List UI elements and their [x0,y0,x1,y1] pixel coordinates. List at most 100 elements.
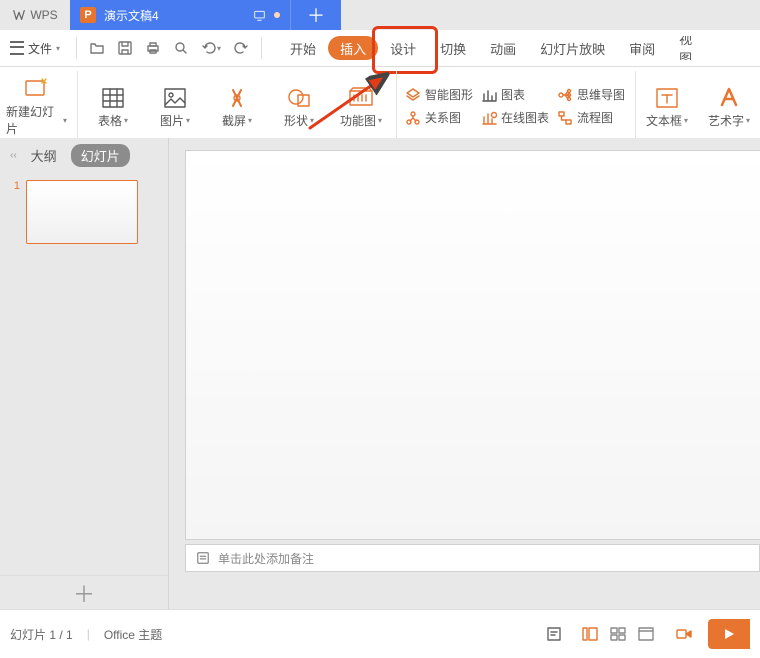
screenshot-icon [224,85,250,111]
ribbon-tabs: 开始 插入 设计 切换 动画 幻灯片放映 审阅 视图 [278,30,713,66]
screenshot-button[interactable]: 截屏▾ [206,71,268,141]
sorter-view-button[interactable] [604,620,632,648]
preview-icon [173,40,189,56]
new-slide-button[interactable]: 新建幻灯片▾ [0,71,78,141]
picture-label: 图片 [160,112,184,129]
tab-start[interactable]: 开始 [278,36,328,60]
tab-view[interactable]: 视图 [667,36,713,60]
collapse-panel-button[interactable]: ‹‹ [10,150,17,161]
mindmap-icon [557,87,573,103]
flowchart-button[interactable]: 流程图 [557,109,625,126]
slide-canvas[interactable] [185,150,760,540]
shape-label: 形状 [284,112,308,129]
chart-button[interactable]: 图表 [481,86,549,103]
flowchart-icon [557,110,573,126]
tab-animation[interactable]: 动画 [478,36,528,60]
smart-icon [405,87,421,103]
func-icon [348,85,374,111]
tab-transition[interactable]: 切换 [428,36,478,60]
mindmap-button[interactable]: 思维导图 [557,86,625,103]
save-icon [117,40,133,56]
relation-icon [405,110,421,126]
textbox-label: 文本框 [646,112,682,129]
file-menu[interactable]: 文件 ▾ [0,30,70,66]
undo-icon [201,40,217,56]
wordart-label: 艺术字 [708,112,744,129]
new-tab-button[interactable]: ＋ [290,0,341,30]
online-chart-button[interactable]: 在线图表 [481,109,549,126]
new-slide-label: 新建幻灯片 [6,103,61,137]
folder-open-icon [89,40,105,56]
textbox-icon [654,85,680,111]
notes-toggle-button[interactable] [546,626,562,642]
document-tab[interactable]: P 演示文稿4 [70,0,290,30]
undo-button[interactable]: ▾ [201,40,221,56]
document-title: 演示文稿4 [104,7,245,24]
thumbnails: 1 [0,172,168,575]
slide-counter: 幻灯片 1 / 1 [10,626,73,643]
app-name: WPS [30,8,57,22]
wps-logo-icon [12,8,26,22]
editor-area: 单击此处添加备注 [169,138,760,610]
slides-tab[interactable]: 幻灯片 [71,144,130,167]
record-button[interactable] [674,619,694,649]
app-button[interactable]: WPS [0,0,70,30]
monitor-icon[interactable] [253,9,266,22]
func-button[interactable]: 功能图▾ [330,71,397,141]
file-menu-label: 文件 [28,40,52,57]
picture-button[interactable]: 图片▾ [144,71,206,141]
func-label: 功能图 [340,112,376,129]
thumbnail-row[interactable]: 1 [10,180,158,244]
workspace: ‹‹ 大纲 幻灯片 1 ＋ 单击此处添加备注 [0,138,760,610]
quick-access-toolbar: ▾ [83,40,255,56]
tab-slideshow[interactable]: 幻灯片放映 [528,36,617,60]
new-slide-icon [23,76,49,102]
wordart-icon [716,85,742,111]
open-button[interactable] [89,40,105,56]
add-slide-button[interactable]: ＋ [0,575,168,610]
view-buttons [576,620,660,648]
plus-icon: ＋ [73,577,95,609]
table-button[interactable]: 表格▾ [82,71,144,141]
print-icon [145,40,161,56]
hamburger-icon [10,41,24,55]
notes-placeholder: 单击此处添加备注 [218,550,314,567]
smart-graphic-button[interactable]: 智能图形 [405,86,473,103]
titlebar: WPS P 演示文稿4 ＋ [0,0,760,30]
tab-insert[interactable]: 插入 [328,36,378,60]
chart-icon [481,87,497,103]
tab-review[interactable]: 审阅 [617,36,667,60]
picture-icon [162,85,188,111]
redo-button[interactable] [233,40,249,56]
preview-button[interactable] [173,40,189,56]
menubar: 文件 ▾ ▾ 开始 插入 设计 切换 动画 幻灯片放映 审阅 视图 [0,30,760,67]
statusbar: 幻灯片 1 / 1 | Office 主题 [0,609,760,658]
theme-name: Office 主题 [104,626,162,643]
shape-icon [286,85,312,111]
print-button[interactable] [145,40,161,56]
reading-view-button[interactable] [632,620,660,648]
presentation-icon: P [80,7,96,23]
separator [76,37,77,59]
slideshow-button[interactable] [708,619,750,649]
save-button[interactable] [117,40,133,56]
shape-button[interactable]: 形状▾ [268,71,330,141]
relation-button[interactable]: 关系图 [405,109,473,126]
textbox-button[interactable]: 文本框▾ [636,71,698,141]
ribbon: 新建幻灯片▾ 表格▾ 图片▾ 截屏▾ 形状▾ 功能图▾ 智能图形 关系图 图表 … [0,67,760,146]
chevron-down-icon: ▾ [56,44,60,53]
unsaved-dot-icon [274,12,280,18]
redo-icon [233,40,249,56]
online-chart-icon [481,110,497,126]
notes-icon [196,551,210,565]
wordart-button[interactable]: 艺术字▾ [698,71,760,141]
table-icon [100,85,126,111]
outline-tab[interactable]: 大纲 [31,146,57,165]
notes-pane[interactable]: 单击此处添加备注 [185,544,760,572]
slide-thumbnail[interactable] [26,180,138,244]
normal-view-button[interactable] [576,620,604,648]
slide-panel: ‹‹ 大纲 幻灯片 1 ＋ [0,138,169,610]
plus-icon: ＋ [307,2,325,28]
tab-design[interactable]: 设计 [378,36,428,60]
slide-number: 1 [10,180,20,192]
